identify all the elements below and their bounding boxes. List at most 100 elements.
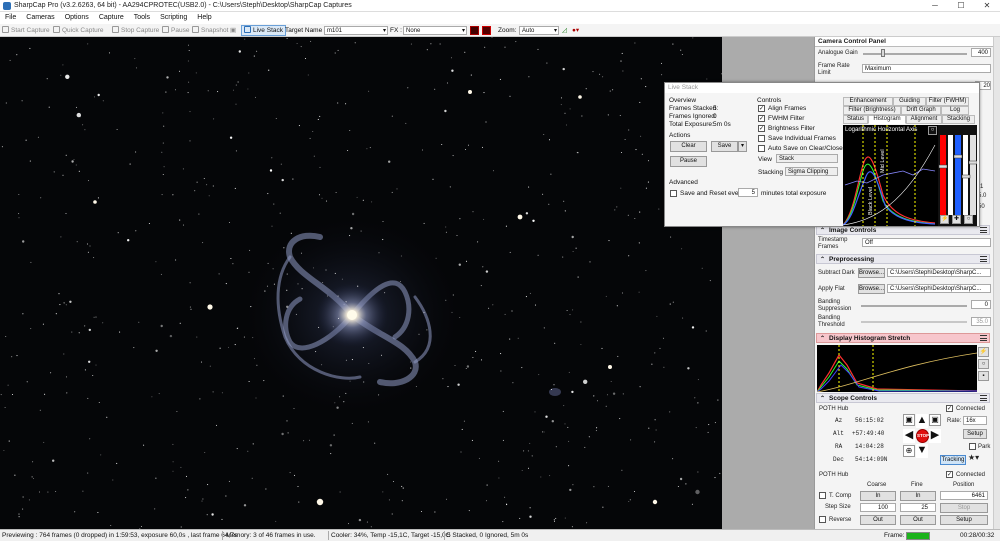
tab-drift-graph[interactable]: Drift Graph [901,106,941,115]
tcomp-checkbox[interactable] [819,492,826,499]
timestamp-combo[interactable]: Off [862,238,991,247]
fine-out-button[interactable]: Out [900,515,936,525]
tab-filter-fwhm[interactable]: Filter (FWHM) [926,97,969,106]
save-icon[interactable]: ▪ [978,371,989,381]
save-reset-checkbox[interactable] [670,190,677,197]
slew-end-icon[interactable]: ▣ [929,414,941,426]
snapshot-button[interactable]: Snapshot [192,24,228,37]
focus-setup-button[interactable]: Setup [940,515,988,525]
tab-status[interactable]: Status [843,115,868,124]
display-histogram-header[interactable]: ⌃ Display Histogram Stretch [816,333,990,343]
stretch-tool-icon[interactable]: ⚡ [978,347,989,357]
target-name-combo[interactable]: m101 [324,26,388,35]
frame-rate-combo[interactable]: Maximum [862,64,991,73]
histogram-zoom-icon[interactable]: ○ [928,126,937,135]
menu-icon[interactable] [980,227,987,233]
apply-flat-browse[interactable]: Browse... [858,284,885,294]
quick-capture-button[interactable]: Quick Capture [53,24,104,37]
menu-help[interactable]: Help [192,12,216,24]
gain-slider[interactable] [863,53,967,55]
scope-controls-header[interactable]: ⌃ Scope Controls [816,393,990,403]
menu-tools[interactable]: Tools [129,12,155,24]
fwhm-filter-checkbox[interactable]: ✓ [758,115,765,122]
brightness-filter-checkbox[interactable]: ✓ [758,125,765,132]
display-histogram-chart[interactable] [817,345,977,392]
histogram-icon[interactable]: ◿ [562,24,567,37]
histogram-pin-icon[interactable]: ✚ [952,215,961,224]
save-dropdown-icon[interactable]: ▾ [738,141,747,152]
tab-alignment[interactable]: Alignment [906,115,942,124]
gain-slider-thumb[interactable] [881,49,885,57]
menu-capture[interactable]: Capture [94,12,129,24]
tab-guiding[interactable]: Guiding [893,97,926,106]
arrow-left-icon[interactable]: ◀ [903,429,915,443]
pause-button[interactable]: Pause [162,24,189,37]
stop-capture-button[interactable]: Stop Capture [112,24,159,37]
fine-step-input[interactable]: 25 [900,503,936,512]
panel-scrollbar[interactable] [993,37,1000,529]
menu-cameras[interactable]: Cameras [21,12,59,24]
magnifier-icon[interactable]: ●▾ [572,24,579,37]
live-stack-button[interactable]: Live Stack [241,25,286,36]
red-filter-icon[interactable] [470,26,479,35]
subtract-dark-browse[interactable]: Browse... [858,268,885,278]
maximize-button[interactable]: ☐ [948,0,974,12]
histogram-tool-icon[interactable]: ⚡ [940,215,949,224]
stop-button[interactable]: STOP [916,429,929,443]
arrow-up-icon[interactable]: ▲ [916,414,928,428]
menu-icon[interactable] [980,335,987,341]
banding-suppression-input[interactable]: 0 [971,300,991,309]
position-input[interactable]: 6461 [940,491,988,500]
banding-threshold-input[interactable]: 35.0 [971,317,991,326]
target-icon[interactable]: ⊕ [903,445,915,457]
coarse-step-input[interactable]: 100 [860,503,896,512]
camera-preview[interactable] [0,37,722,529]
red-overlay-icon[interactable] [482,26,491,35]
reset-icon[interactable]: ○ [978,359,989,369]
banding-suppression-slider[interactable] [861,305,967,307]
tab-log[interactable]: Log [941,106,969,115]
arrow-right-icon[interactable]: ▶ [929,429,941,443]
fx-combo[interactable]: None [403,26,467,35]
tab-enhancement[interactable]: Enhancement [843,97,893,106]
gain-input[interactable]: 400 [971,48,991,57]
setup-button[interactable]: Setup [963,429,987,439]
tab-filter-brightness[interactable]: Filter (Brightness) [843,106,901,115]
start-capture-button[interactable]: Start Capture [2,24,50,37]
banding-threshold-slider[interactable] [861,321,967,323]
coarse-out-button[interactable]: Out [860,515,896,525]
reverse-checkbox[interactable] [819,516,826,523]
close-button[interactable]: ✕ [974,0,1000,12]
clear-button[interactable]: Clear [670,141,707,152]
save-individual-checkbox[interactable] [758,135,765,142]
connected-checkbox[interactable]: ✓ [946,405,953,412]
menu-options[interactable]: Options [60,12,94,24]
save-reset-input[interactable]: 5 [738,188,758,197]
camera-small-icon[interactable]: ▣ [230,24,236,37]
view-combo[interactable]: Stack [776,154,838,163]
minimize-button[interactable]: ─ [922,0,948,12]
park-checkbox[interactable] [969,443,976,450]
star-icon[interactable]: ★▾ [968,454,979,462]
menu-icon[interactable] [980,256,987,262]
tab-stacking[interactable]: Stacking [942,115,975,124]
tab-histogram[interactable]: Histogram [868,115,906,124]
arrow-down-icon[interactable]: ▼ [916,444,928,458]
align-frames-checkbox[interactable]: ✓ [758,105,765,112]
menu-file[interactable]: File [0,12,21,24]
focus-stop-button[interactable]: Stop [940,503,988,513]
connected-focus-checkbox[interactable]: ✓ [946,471,953,478]
rate-combo[interactable]: 16x [963,416,987,425]
menu-scripting[interactable]: Scripting [155,12,192,24]
apply-flat-path[interactable]: C:\Users\Steph\Desktop\SharpC... [887,284,991,293]
subtract-dark-path[interactable]: C:\Users\Steph\Desktop\SharpC... [887,268,991,277]
pause-button[interactable]: Pause [670,156,707,167]
zoom-combo[interactable]: Auto [519,26,559,35]
fine-in-button[interactable]: In [900,491,936,501]
coarse-in-button[interactable]: In [860,491,896,501]
histogram-reset-icon[interactable]: ○ [964,215,973,224]
tracking-button[interactable]: Tracking [940,455,966,465]
stacking-combo[interactable]: Sigma Clipping [785,167,838,176]
preprocessing-header[interactable]: ⌃ Preprocessing [816,254,990,264]
auto-save-checkbox[interactable] [758,145,765,152]
